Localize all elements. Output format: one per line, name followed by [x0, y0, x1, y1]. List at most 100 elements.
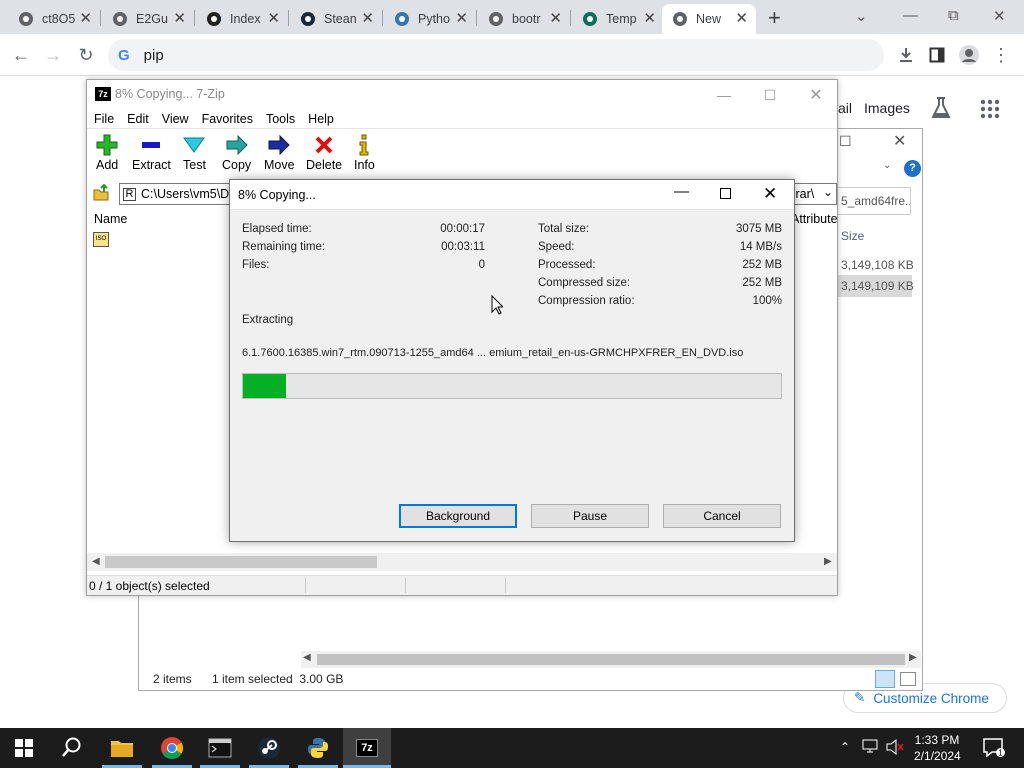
scroll-thumb[interactable]: [105, 556, 377, 568]
file-explorer-icon[interactable]: [98, 728, 146, 768]
terminal-icon[interactable]: [196, 728, 244, 768]
delete-label: Delete: [306, 158, 343, 172]
minimize-icon[interactable]: —: [674, 183, 689, 200]
background-button[interactable]: Background: [399, 504, 517, 528]
chrome-menu-icon[interactable]: ⋮: [990, 44, 1012, 66]
browser-tab[interactable]: Index ✕: [196, 4, 288, 34]
network-icon[interactable]: [862, 739, 880, 758]
menu-help[interactable]: Help: [308, 112, 334, 126]
status-text: 0 / 1 object(s) selected: [89, 579, 210, 593]
notifications-icon[interactable]: 1: [983, 738, 1005, 761]
7zip-logo-icon: 7z: [95, 87, 111, 101]
drive-icon: R: [123, 187, 136, 201]
reload-icon[interactable]: ↻: [75, 44, 97, 66]
back-icon[interactable]: ←: [10, 44, 32, 66]
close-tab-icon[interactable]: ✕: [173, 11, 186, 26]
total-size-value: 3075 MB: [735, 223, 782, 235]
gmail-link[interactable]: ail: [838, 100, 852, 116]
close-tab-icon[interactable]: ✕: [455, 11, 468, 26]
column-size[interactable]: Size: [841, 229, 864, 243]
window-restore-icon[interactable]: ⧉: [948, 7, 959, 24]
details-view-icon[interactable]: [875, 670, 895, 688]
browser-tab[interactable]: E2Gu ✕: [102, 4, 194, 34]
window-close-icon[interactable]: ✕: [993, 7, 1006, 25]
large-icons-view-icon[interactable]: [900, 672, 916, 686]
scroll-thumb[interactable]: [317, 654, 905, 665]
menu-favorites[interactable]: Favorites: [202, 112, 253, 126]
menu-view[interactable]: View: [162, 112, 189, 126]
tab-search-icon[interactable]: ⌄: [855, 7, 868, 25]
search-box[interactable]: 5_amd64fre...: [835, 187, 911, 215]
close-icon[interactable]: ✕: [893, 131, 906, 151]
dialog-title: 8% Copying...: [238, 188, 316, 202]
address-bar[interactable]: G pip: [108, 39, 884, 71]
chevron-down-icon[interactable]: ⌄: [823, 185, 833, 199]
scroll-right-icon[interactable]: ▶: [909, 652, 917, 663]
horizontal-scrollbar[interactable]: ◀ ▶: [87, 553, 837, 571]
scroll-left-icon[interactable]: ◀: [92, 556, 100, 567]
processed-value: 252 MB: [742, 259, 782, 271]
close-tab-icon[interactable]: ✕: [549, 11, 562, 26]
maximize-icon[interactable]: ☐: [747, 80, 793, 110]
close-tab-icon[interactable]: ✕: [361, 11, 374, 26]
steam-icon[interactable]: [245, 728, 293, 768]
browser-tab-title: Stean: [324, 12, 357, 26]
delete-button[interactable]: Delete: [306, 132, 342, 172]
browser-tab[interactable]: bootr ✕: [478, 4, 570, 34]
menu-tools[interactable]: Tools: [266, 112, 295, 126]
pause-button[interactable]: Pause: [531, 504, 649, 528]
extract-button[interactable]: Extract: [132, 132, 171, 172]
new-tab-icon[interactable]: +: [768, 5, 781, 31]
maximize-icon[interactable]: ☐: [839, 133, 852, 150]
chrome-icon[interactable]: [148, 728, 196, 768]
minimize-icon[interactable]: —: [701, 80, 747, 110]
close-tab-icon[interactable]: ✕: [267, 11, 280, 26]
window-minimize-icon[interactable]: —: [903, 7, 918, 24]
download-icon[interactable]: [895, 44, 917, 66]
copy-button[interactable]: Copy: [222, 132, 251, 172]
cancel-button[interactable]: Cancel: [663, 504, 781, 528]
start-button[interactable]: [0, 728, 48, 768]
close-icon[interactable]: ✕: [793, 80, 839, 110]
images-link[interactable]: Images: [864, 100, 910, 116]
browser-tab[interactable]: New ✕: [662, 4, 756, 34]
chrome-icon: [672, 11, 688, 27]
search-icon[interactable]: [48, 728, 96, 768]
menu-edit[interactable]: Edit: [127, 112, 149, 126]
browser-tab[interactable]: ct8O5 ✕: [8, 4, 100, 34]
up-folder-icon[interactable]: [92, 183, 110, 205]
apps-grid-icon[interactable]: [980, 99, 1000, 122]
browser-tab[interactable]: Pytho ✕: [384, 4, 476, 34]
delete-icon: [314, 132, 334, 158]
chevron-up-icon[interactable]: ⌃: [840, 740, 850, 754]
browser-tab[interactable]: Temp ✕: [572, 4, 664, 34]
help-icon[interactable]: ?: [904, 160, 921, 177]
maximize-icon[interactable]: [720, 188, 731, 199]
iso-file-icon[interactable]: ISO: [93, 232, 109, 247]
profile-avatar-icon[interactable]: [958, 44, 980, 66]
browser-tab[interactable]: Stean ✕: [290, 4, 382, 34]
scroll-left-icon[interactable]: ◀: [303, 652, 311, 663]
menu-file[interactable]: File: [94, 112, 114, 126]
add-button[interactable]: Add: [96, 132, 118, 172]
move-button[interactable]: Move: [264, 132, 295, 172]
column-name[interactable]: Name: [94, 212, 127, 226]
labs-icon[interactable]: [930, 96, 952, 123]
info-button[interactable]: Info: [354, 132, 375, 172]
chevron-down-icon[interactable]: ⌄: [883, 160, 891, 171]
7zip-icon[interactable]: 7z: [343, 728, 391, 768]
close-tab-icon[interactable]: ✕: [79, 11, 92, 26]
test-button[interactable]: Test: [183, 132, 206, 172]
horizontal-scrollbar[interactable]: ◀ ▶: [301, 651, 921, 668]
column-attributes[interactable]: Attribute: [791, 212, 838, 226]
side-panel-icon[interactable]: [926, 44, 948, 66]
close-tab-icon[interactable]: ✕: [643, 11, 656, 26]
forward-icon[interactable]: →: [42, 44, 64, 66]
browser-toolbar: ← → ↻ G pip ⋮: [0, 34, 1024, 76]
close-tab-icon[interactable]: ✕: [735, 11, 748, 26]
close-icon[interactable]: ✕: [763, 184, 777, 204]
clock[interactable]: 1:33 PM 2/1/2024: [914, 732, 961, 764]
scroll-right-icon[interactable]: ▶: [824, 556, 832, 567]
volume-muted-icon[interactable]: [885, 738, 905, 758]
python-icon[interactable]: [294, 728, 342, 768]
